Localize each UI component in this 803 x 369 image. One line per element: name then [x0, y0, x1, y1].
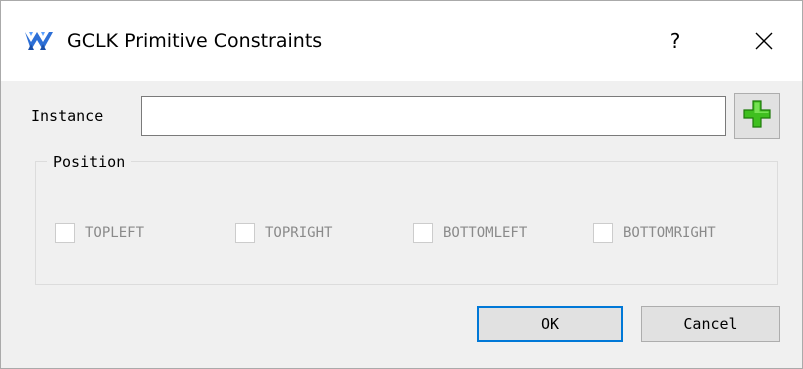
- position-legend: Position: [47, 151, 132, 173]
- checkbox-label: TOPLEFT: [85, 225, 145, 241]
- checkbox-topright[interactable]: TOPRIGHT: [235, 221, 332, 245]
- cancel-button[interactable]: Cancel: [641, 306, 780, 342]
- checkbox-label: BOTTOMRIGHT: [623, 225, 716, 241]
- help-button[interactable]: ?: [655, 23, 695, 59]
- checkbox-bottomright[interactable]: BOTTOMRIGHT: [593, 221, 716, 245]
- add-instance-button[interactable]: [734, 93, 780, 139]
- ok-button[interactable]: OK: [477, 306, 623, 342]
- checkbox-label: TOPRIGHT: [265, 225, 333, 241]
- checkbox-label: BOTTOMLEFT: [443, 225, 528, 241]
- checkbox-box[interactable]: [235, 223, 255, 243]
- window-title: GCLK Primitive Constraints: [67, 30, 323, 52]
- title-bar[interactable]: GCLK Primitive Constraints ?: [1, 1, 802, 81]
- dialog-window: GCLK Primitive Constraints ? Instance Po…: [0, 0, 803, 369]
- checkbox-box[interactable]: [413, 223, 433, 243]
- green-plus-icon: [742, 99, 772, 133]
- instance-input[interactable]: [141, 96, 726, 136]
- gowin-logo-icon: [23, 28, 55, 54]
- checkbox-box[interactable]: [55, 223, 75, 243]
- checkbox-topleft[interactable]: TOPLEFT: [55, 221, 144, 245]
- instance-label: Instance: [31, 107, 104, 125]
- checkbox-box[interactable]: [593, 223, 613, 243]
- close-icon[interactable]: [741, 21, 787, 61]
- checkbox-bottomleft[interactable]: BOTTOMLEFT: [413, 221, 527, 245]
